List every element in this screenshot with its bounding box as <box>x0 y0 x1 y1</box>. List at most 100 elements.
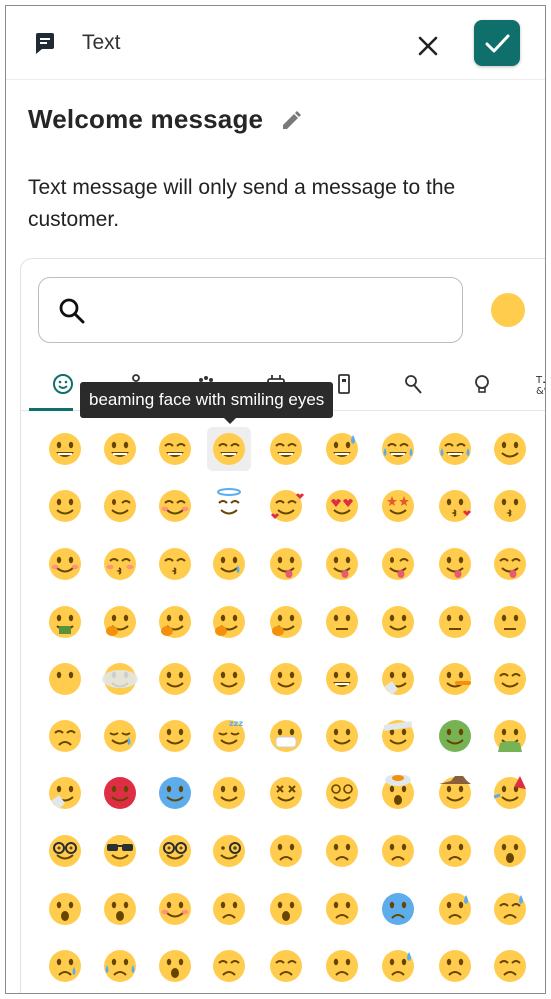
category-tab-travel[interactable] <box>329 371 359 401</box>
emoji-squinting-face-with-tongue[interactable] <box>488 542 532 586</box>
emoji-flushed-face[interactable] <box>153 887 197 931</box>
emoji-face-with-head-bandage[interactable] <box>376 714 420 758</box>
emoji-astonished-face[interactable] <box>98 887 142 931</box>
emoji-tired-face[interactable] <box>488 944 532 988</box>
emoji-face-blowing-a-kiss[interactable] <box>433 484 477 528</box>
emoji-downcast-face-with-sweat[interactable] <box>376 944 420 988</box>
emoji-face-with-raised-eyebrow[interactable] <box>376 600 420 644</box>
emoji-kissing-face[interactable] <box>488 484 532 528</box>
emoji-woozy-face[interactable] <box>207 771 251 815</box>
emoji-grinning-squinting-face[interactable] <box>264 427 308 471</box>
emoji-sneezing-face[interactable] <box>43 771 87 815</box>
emoji-search[interactable] <box>38 277 463 343</box>
emoji-upside-down-face[interactable] <box>43 484 87 528</box>
emoji-thinking-face[interactable] <box>264 600 308 644</box>
emoji-zany-face[interactable] <box>433 542 477 586</box>
emoji-confused-face[interactable] <box>264 829 308 873</box>
category-tab-objects[interactable] <box>467 371 497 401</box>
emoji-cold-face[interactable] <box>153 771 197 815</box>
emoji-fearful-face[interactable] <box>376 887 420 931</box>
emoji-worried-face[interactable] <box>320 829 364 873</box>
emoji-cowboy-hat-face[interactable] <box>433 771 477 815</box>
confirm-button[interactable] <box>474 20 520 66</box>
emoji-zipper-mouth-face[interactable] <box>320 600 364 644</box>
emoji-rolling-on-the-floor-laughing[interactable] <box>376 427 420 471</box>
emoji-face-with-crossed-out-eyes[interactable] <box>264 771 308 815</box>
emoji-smiling-face-with-sunglasses[interactable] <box>98 829 142 873</box>
emoji-face-savoring-food[interactable] <box>264 542 308 586</box>
emoji-grinning-face[interactable] <box>43 427 87 471</box>
emoji-loudly-crying-face[interactable] <box>98 944 142 988</box>
emoji-winking-face-with-tongue[interactable] <box>376 542 420 586</box>
category-tab-activities[interactable] <box>398 371 428 401</box>
emoji-frowning-face-with-open-mouth[interactable] <box>264 887 308 931</box>
emoji-crying-face[interactable] <box>43 944 87 988</box>
emoji-neutral-face[interactable] <box>433 600 477 644</box>
emoji-grimacing-face[interactable] <box>320 657 364 701</box>
emoji-hushed-face[interactable] <box>43 887 87 931</box>
emoji-relieved-face[interactable] <box>488 657 532 701</box>
emoji-smiling-face[interactable] <box>43 542 87 586</box>
emoji-face-with-thermometer[interactable] <box>320 714 364 758</box>
emoji-face-with-spiral-eyes[interactable] <box>320 771 364 815</box>
emoji-grinning-face-with-smiling-eyes[interactable] <box>153 427 197 471</box>
emoji-pleading-face[interactable] <box>207 887 251 931</box>
emoji-disguised-face[interactable] <box>43 829 87 873</box>
emoji-unamused-face[interactable] <box>207 657 251 701</box>
emoji-confounded-face[interactable] <box>207 944 251 988</box>
emoji-sad-but-relieved-face[interactable] <box>488 887 532 931</box>
emoji-money-mouth-face[interactable] <box>43 600 87 644</box>
emoji-anguished-face[interactable] <box>320 887 364 931</box>
emoji-slightly-smiling-face[interactable] <box>488 427 532 471</box>
emoji-winking-face[interactable] <box>98 484 142 528</box>
emoji-lying-face[interactable] <box>433 657 477 701</box>
emoji-drooling-face[interactable] <box>153 714 197 758</box>
category-tab-smileys[interactable] <box>48 371 78 401</box>
emoji-pensive-face[interactable] <box>43 714 87 758</box>
emoji-kissing-face-with-closed-eyes[interactable] <box>98 542 142 586</box>
close-button[interactable] <box>408 26 448 66</box>
emoji-smirking-face[interactable] <box>153 657 197 701</box>
emoji-partying-face[interactable] <box>488 771 532 815</box>
emoji-hugging-face[interactable] <box>98 600 142 644</box>
emoji-shushing-face[interactable] <box>207 600 251 644</box>
emoji-face-in-clouds[interactable] <box>98 657 142 701</box>
emoji-anxious-face-with-sweat[interactable] <box>433 887 477 931</box>
emoji-kissing-face-with-smiling-eyes[interactable] <box>153 542 197 586</box>
emoji-face-with-hand-over-mouth[interactable] <box>153 600 197 644</box>
emoji-face-with-tongue[interactable] <box>320 542 364 586</box>
edit-pencil-icon[interactable] <box>279 108 303 132</box>
emoji-face-with-open-mouth[interactable] <box>488 829 532 873</box>
skin-tone-selector[interactable] <box>491 293 525 327</box>
emoji-smiling-face-with-hearts[interactable] <box>264 484 308 528</box>
emoji-persevering-face[interactable] <box>264 944 308 988</box>
category-tab-symbols[interactable]: T♪&% <box>531 371 545 401</box>
emoji-nauseated-face[interactable] <box>433 714 477 758</box>
emoji-face-with-rolling-eyes[interactable] <box>264 657 308 701</box>
emoji-star-struck[interactable] <box>376 484 420 528</box>
emoji-smiling-face-with-smiling-eyes[interactable] <box>153 484 197 528</box>
emoji-exploding-head[interactable] <box>376 771 420 815</box>
emoji-nerd-face[interactable] <box>153 829 197 873</box>
emoji-weary-face[interactable] <box>433 944 477 988</box>
emoji-face-exhaling[interactable] <box>376 657 420 701</box>
emoji-expressionless-face[interactable] <box>488 600 532 644</box>
emoji-smiling-face-with-heart-eyes[interactable] <box>320 484 364 528</box>
emoji-slightly-frowning-face[interactable] <box>376 829 420 873</box>
emoji-face-with-medical-mask[interactable] <box>264 714 308 758</box>
emoji-disappointed-face[interactable] <box>320 944 364 988</box>
emoji-frowning-face[interactable] <box>433 829 477 873</box>
emoji-face-with-monocle[interactable] <box>207 829 251 873</box>
emoji-face-vomiting[interactable] <box>488 714 532 758</box>
search-input[interactable] <box>99 290 449 330</box>
emoji-grinning-face-with-sweat[interactable] <box>320 427 364 471</box>
emoji-hot-face[interactable] <box>98 771 142 815</box>
emoji-face-with-tears-of-joy[interactable] <box>433 427 477 471</box>
emoji-grinning-face-with-big-eyes[interactable] <box>98 427 142 471</box>
emoji-face-screaming-in-fear[interactable] <box>153 944 197 988</box>
emoji-face-without-mouth[interactable] <box>43 657 87 701</box>
emoji-beaming-face-with-smiling-eyes[interactable] <box>207 427 251 471</box>
emoji-sleeping-face[interactable]: zzz <box>207 714 251 758</box>
emoji-sleepy-face[interactable] <box>98 714 142 758</box>
emoji-smiling-face-with-tear[interactable] <box>207 542 251 586</box>
